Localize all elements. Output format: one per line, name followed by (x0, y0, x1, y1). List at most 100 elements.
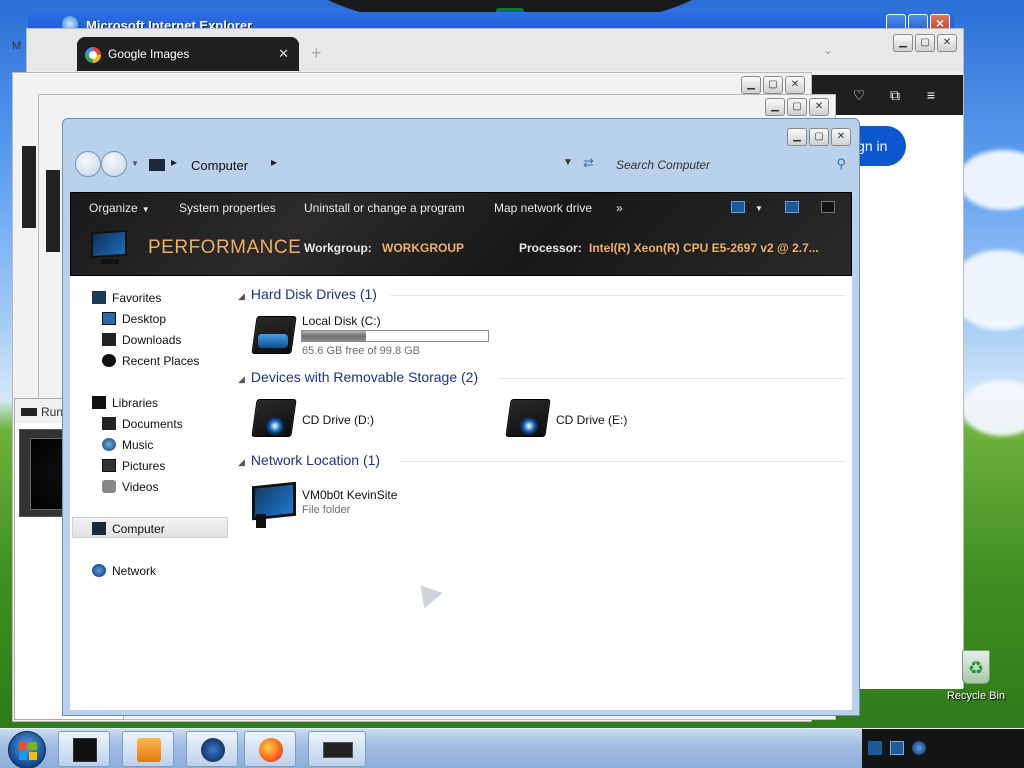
refresh-icon[interactable]: ⇄ (583, 155, 594, 171)
recycle-bin-label: Recycle Bin (946, 690, 1006, 702)
minimize-button[interactable]: ▁ (741, 76, 761, 94)
breadcrumb-separator[interactable]: ▸ (271, 155, 277, 169)
forward-button[interactable] (101, 151, 127, 177)
cd-drive-icon[interactable] (504, 395, 552, 443)
close-button[interactable]: ✕ (809, 98, 829, 116)
group-header-removable[interactable]: ◢ Devices with Removable Storage (2) (238, 369, 478, 385)
cd-drive-d-name[interactable]: CD Drive (D:) (302, 413, 374, 427)
hard-drive-icon[interactable] (250, 312, 298, 360)
cd-drive-e-name[interactable]: CD Drive (E:) (556, 413, 627, 427)
maximize-button[interactable]: ▢ (809, 128, 829, 146)
tab-close-icon[interactable]: ✕ (278, 46, 289, 62)
search-box[interactable]: Search Computer ⚲ (616, 152, 852, 178)
breadcrumb-computer[interactable]: Computer (191, 158, 248, 173)
browser-tab-title: Google Images (108, 47, 190, 61)
local-disk-name[interactable]: Local Disk (C:) (302, 314, 381, 328)
run-icon (323, 742, 353, 758)
pocket-icon[interactable]: ♡ (851, 87, 867, 103)
group-header-hard-disk[interactable]: ◢ Hard Disk Drives (1) (238, 286, 377, 302)
explorer-window: ▁ ▢ ✕ ▼ ▸ Computer ▸ ▼ ⇄ Search Computer… (62, 118, 860, 716)
taskbar-media-player[interactable] (122, 731, 174, 767)
volume-icon[interactable] (912, 741, 926, 755)
disk-usage-fill (302, 331, 366, 341)
globe-icon (201, 738, 225, 762)
taskbar-run[interactable] (308, 731, 366, 767)
address-bar[interactable]: ▸ Computer ▸ (143, 152, 593, 178)
network-folder-name[interactable]: VM0b0t KevinSite (302, 488, 397, 502)
maximize-button[interactable]: ▢ (763, 76, 783, 94)
minimize-button[interactable]: ▁ (893, 34, 913, 52)
collapse-triangle-icon: ◢ (238, 291, 245, 301)
organize-button[interactable]: Organize ▼ (89, 201, 150, 215)
back-button[interactable] (75, 151, 101, 177)
processor-value: Intel(R) Xeon(R) CPU E5-2697 v2 @ 2.7... (589, 241, 819, 255)
network-folder-icon[interactable] (250, 480, 298, 528)
taskbar-firefox[interactable] (244, 731, 296, 767)
view-options-chevron-icon[interactable]: ▼ (755, 204, 763, 213)
map-network-drive-button[interactable]: Map network drive (494, 201, 592, 215)
libraries-icon (92, 396, 106, 409)
nav-item-label: Libraries (112, 396, 159, 410)
close-button[interactable]: ✕ (831, 128, 851, 146)
workgroup-value: WORKGROUP (382, 241, 464, 255)
maximize-button[interactable]: ▢ (787, 98, 807, 116)
cloud (962, 380, 1024, 436)
tray-app-icon[interactable] (868, 741, 882, 755)
minimize-button[interactable]: ▁ (787, 128, 807, 146)
collapse-triangle-icon: ◢ (238, 374, 245, 384)
music-icon (102, 438, 116, 451)
nav-item-label: Music (122, 438, 154, 452)
taskbar-globe[interactable] (186, 731, 238, 767)
collapse-triangle-icon: ◢ (238, 457, 245, 467)
preview-pane-icon[interactable] (785, 201, 799, 213)
taskbar-explorer[interactable] (58, 731, 110, 767)
nav-item-label: Documents (122, 417, 183, 431)
system-clock[interactable]: 1:21 AM 6/11/2024 (946, 733, 1022, 765)
monitor-icon (89, 229, 131, 267)
uninstall-program-button[interactable]: Uninstall or change a program (304, 201, 465, 215)
windows-logo-icon (19, 742, 37, 760)
minimize-button[interactable]: ▁ (765, 98, 785, 116)
change-view-icon[interactable] (731, 201, 745, 213)
recycle-bin[interactable]: ♻ Recycle Bin (944, 648, 1008, 708)
explorer-body: Favorites Desktop Downloads Recent Place… (70, 276, 852, 710)
desktop-icon (102, 312, 116, 325)
search-placeholder: Search Computer (616, 158, 711, 172)
computer-icon (149, 159, 165, 171)
maximize-button[interactable]: ▢ (915, 34, 935, 52)
search-icon[interactable]: ⚲ (836, 156, 846, 172)
breadcrumb-separator[interactable]: ▸ (171, 155, 177, 169)
close-button[interactable]: ✕ (785, 76, 805, 94)
browser-tab[interactable]: Google Images ✕ (77, 37, 299, 71)
explorer-icon (73, 738, 97, 762)
close-button[interactable]: ✕ (937, 34, 957, 52)
taskbar (0, 728, 1024, 768)
more-commands-button[interactable]: » (616, 201, 623, 215)
network-icon (92, 564, 106, 577)
chevron-down-icon: ▼ (141, 205, 150, 214)
nav-item-label: Downloads (122, 333, 182, 347)
videos-icon (102, 480, 116, 493)
run-icon (21, 408, 37, 416)
nav-item-label: Computer (112, 522, 165, 536)
group-header-label: Network Location (1) (250, 452, 381, 468)
extensions-icon[interactable]: ⧉ (887, 87, 903, 103)
help-icon[interactable] (821, 201, 835, 213)
start-button[interactable] (8, 731, 46, 768)
system-properties-button[interactable]: System properties (179, 201, 276, 215)
group-header-label: Hard Disk Drives (1) (250, 286, 377, 302)
run-window-title: Run (41, 405, 64, 419)
downloads-icon (102, 333, 116, 346)
menu-icon[interactable]: ≡ (923, 87, 939, 103)
group-header-network[interactable]: ◢ Network Location (1) (238, 452, 380, 468)
cd-drive-icon[interactable] (250, 395, 298, 443)
group-header-label: Devices with Removable Storage (2) (250, 369, 479, 385)
address-dropdown-icon[interactable]: ▼ (563, 157, 573, 168)
network-status-icon[interactable] (890, 741, 904, 755)
tab-list-chevron-icon[interactable]: ⌄ (823, 43, 833, 57)
recent-pages-dropdown-icon[interactable]: ▼ (131, 159, 139, 168)
new-tab-button[interactable]: + (311, 43, 322, 64)
recent-places-icon (102, 354, 116, 367)
pictures-icon (102, 459, 116, 472)
network-folder-type: File folder (302, 504, 351, 516)
